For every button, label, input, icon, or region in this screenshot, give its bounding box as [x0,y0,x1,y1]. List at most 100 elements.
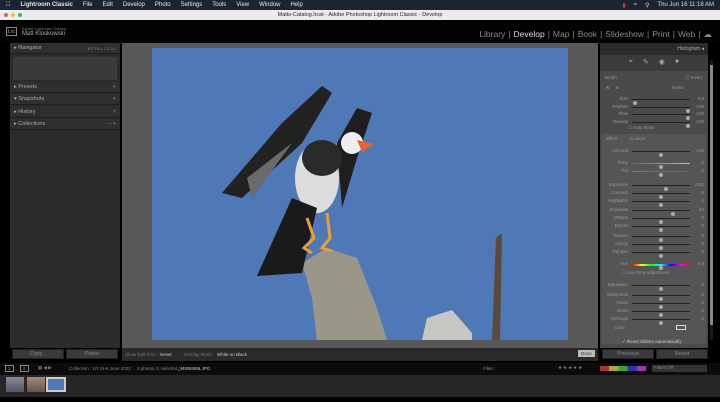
slider-track[interactable] [632,210,690,216]
slider-track[interactable] [632,303,690,309]
module-book[interactable]: Book [578,29,597,40]
clear-history-icon[interactable]: × [113,107,116,118]
add-snapshot-icon[interactable]: + [113,94,116,105]
copy-button[interactable]: Copy... [12,349,64,359]
slider-track[interactable] [632,226,690,232]
module-print[interactable]: Print [652,29,669,40]
source-label[interactable]: Collection : LR 15-6 June 2022 [69,366,131,371]
reset-sliders-checkbox[interactable]: ✓ Reset Sliders Automatically [622,339,682,345]
slider-track[interactable] [632,163,690,169]
module-develop[interactable]: Develop [514,29,545,40]
main-window-button[interactable]: 1 [5,365,14,372]
fine-adjust-checkbox[interactable]: ☐ Use Fine Adjustment [622,270,669,276]
slider-value[interactable]: 0 [701,308,704,313]
filmstrip-thumbnail[interactable] [6,377,24,392]
masking-tool-icon[interactable]: ● [675,58,679,71]
menu-view[interactable]: View [236,2,249,8]
apple-icon[interactable]:  [6,2,11,8]
close-button[interactable] [4,13,8,17]
menu-file[interactable]: File [83,2,93,8]
menu-edit[interactable]: Edit [103,2,113,8]
slider-value[interactable]: 0 [701,300,704,305]
module-map[interactable]: Map [553,29,570,40]
effect-preset-dropdown[interactable]: Custom [630,136,646,141]
slider-value[interactable]: 40 [699,207,704,212]
invert-checkbox[interactable]: ☐ Invert [685,75,702,81]
clock[interactable]: Thu Jun 16 11:18 AM [657,2,714,9]
slider-track[interactable] [632,185,690,191]
slider-saturation[interactable]: Saturation 0 [602,281,706,291]
navigator-header[interactable]: ▸ Navigator FIT FILL 1:1 3:1 [10,43,120,54]
slider-hue[interactable]: Hue 0.0 [602,260,706,270]
previous-button[interactable]: Previous [602,349,654,359]
wifi-icon[interactable]: ≈ [634,2,637,9]
menu-app[interactable]: Lightroom Classic [21,2,73,8]
slider-value[interactable]: 0 [701,198,704,203]
slider-exposure[interactable]: Exposure 0.82 [602,181,706,191]
brush-a-tab[interactable]: A [606,85,609,90]
slider-track[interactable] [632,236,690,242]
brush-b-tab[interactable]: B [616,85,619,90]
zoom-button[interactable] [18,13,22,17]
slider-track[interactable] [632,114,691,120]
second-window-button[interactable]: 2 [20,365,29,372]
slider-moire[interactable]: Moire 0 [602,307,706,317]
color-swatch[interactable] [676,325,686,330]
menu-tools[interactable]: Tools [212,2,226,8]
slider-track[interactable] [632,285,690,291]
add-preset-icon[interactable]: + [113,82,116,93]
slider-track[interactable] [632,107,691,113]
slider-thumb[interactable] [659,153,663,157]
slider-thumb[interactable] [659,321,663,325]
slider-whites[interactable]: Whites 0 [602,214,706,224]
slider-value[interactable]: 100 [696,119,704,124]
slider-value[interactable]: 0 [701,160,704,165]
slider-track[interactable] [632,171,690,177]
star-filter[interactable]: ★★★★★ [558,365,583,371]
slider-density[interactable]: Density 100 [602,118,706,128]
crop-tool-icon[interactable]: ⌖ [629,58,633,71]
slider-value[interactable]: 0 [701,215,704,220]
slider-shadows[interactable]: Shadows 40 [602,206,706,216]
heal-tool-icon[interactable]: ✎ [643,58,649,71]
slider-value[interactable]: 0 [701,316,704,321]
menu-develop[interactable]: Develop [123,2,145,8]
erase-tab[interactable]: Erase [672,85,684,90]
slider-dehaze[interactable]: Dehaze 0 [602,248,706,258]
paste-button[interactable]: Paste [66,349,118,359]
collections-header[interactable]: ▸ Collections – + [10,119,120,130]
slider-blacks[interactable]: Blacks 0 [602,222,706,232]
slider-highlights[interactable]: Highlights 0 [602,197,706,207]
slider-value[interactable]: 0 [701,249,704,254]
slider-track[interactable] [632,252,690,258]
presets-header[interactable]: ▸ Presets + [10,82,120,93]
search-icon[interactable]: ⚲ [645,2,649,9]
show-pins-dropdown[interactable]: Never [160,352,172,357]
slider-track[interactable] [632,193,690,199]
slider-value[interactable]: 0.82 [695,182,704,187]
slider-size[interactable]: Size 4.0 [602,95,706,105]
battery-icon[interactable]: ▮ [622,2,625,9]
cloud-icon[interactable]: ☁ [704,29,713,40]
slider-sharpness[interactable]: Sharpness 0 [602,291,706,301]
slider-value[interactable]: 0.0 [698,261,704,266]
slider-track[interactable] [632,99,690,105]
navigator-zoom-options[interactable]: FIT FILL 1:1 3:1 [88,43,116,54]
slider-texture[interactable]: Texture 0 [602,232,706,242]
done-button[interactable]: Done [578,350,595,357]
slider-value[interactable]: 0 [701,233,704,238]
minimize-button[interactable] [11,13,15,17]
slider-track[interactable] [632,295,690,301]
slider-track[interactable] [632,218,690,224]
filmstrip-thumbnail-selected[interactable] [46,377,66,392]
menu-help[interactable]: Help [291,2,303,8]
slider-noise[interactable]: Noise 0 [602,299,706,309]
slider-value[interactable]: 100 [696,104,704,109]
slider-value[interactable]: 0 [701,241,704,246]
slider-value[interactable]: 0 [701,168,704,173]
reset-button[interactable]: Reset [656,349,708,359]
slider-thumb[interactable] [686,124,691,128]
color-label-filter[interactable] [600,366,646,371]
slider-track[interactable] [632,319,690,325]
slider-contrast[interactable]: Contrast 0 [602,189,706,199]
